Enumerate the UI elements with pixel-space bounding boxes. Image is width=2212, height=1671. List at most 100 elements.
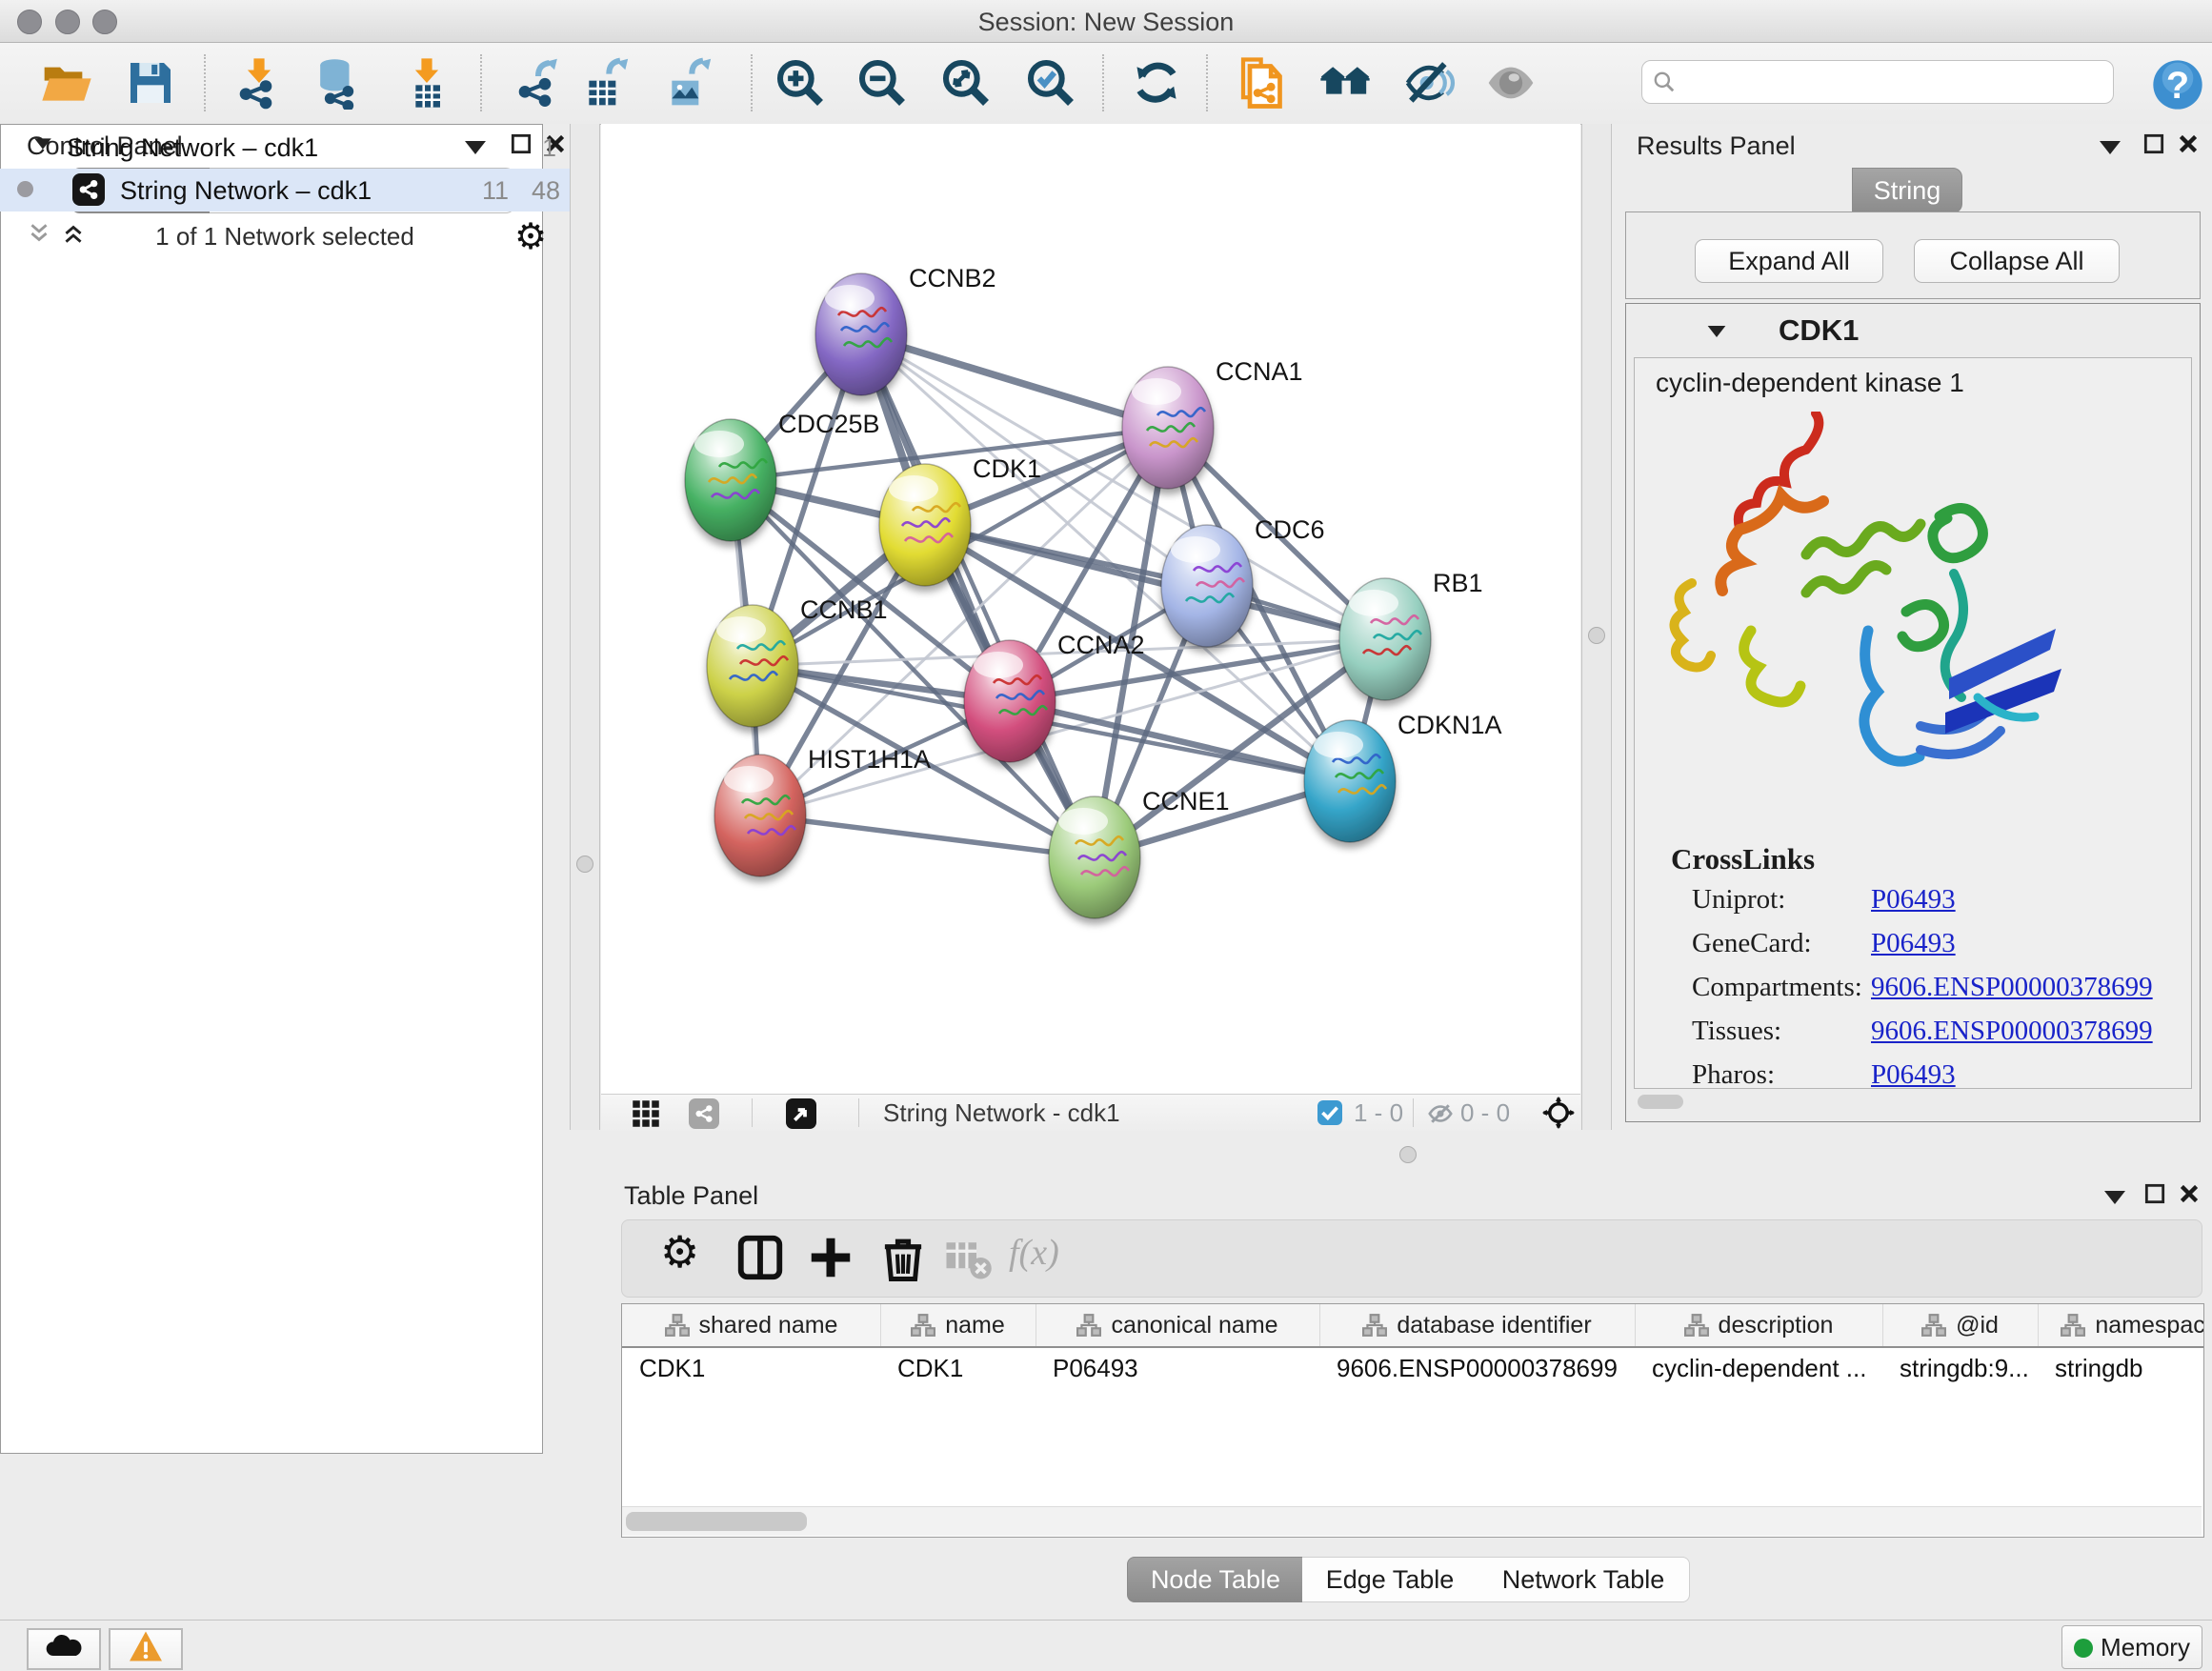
right-splitter[interactable] xyxy=(1581,124,1612,1130)
zoom-selected-icon[interactable] xyxy=(1024,56,1077,110)
crosslink-value-link[interactable]: 9606.ENSP00000378699 xyxy=(1871,1016,2153,1047)
table-cell[interactable]: stringdb:9... xyxy=(1900,1354,2029,1383)
right-splitter-handle[interactable] xyxy=(1588,627,1605,644)
node-label-RB1: RB1 xyxy=(1433,569,1483,597)
zoom-in-icon[interactable] xyxy=(774,56,827,110)
crosslink-value-link[interactable]: P06493 xyxy=(1871,1059,1956,1089)
fit-selected-crosshair-icon[interactable] xyxy=(1542,1097,1575,1134)
network-node-HIST1H1A[interactable]: HIST1H1A xyxy=(714,745,931,876)
table-splitter-handle[interactable] xyxy=(1399,1146,1417,1163)
help-icon[interactable]: ? xyxy=(2151,58,2204,111)
entry-detail-panel: cyclin-dependent kinase 1 xyxy=(1634,357,2192,1089)
toolbar-separator xyxy=(480,54,482,111)
column-header-database-identifier[interactable]: database identifier xyxy=(1319,1304,1636,1346)
table-cell[interactable]: CDK1 xyxy=(639,1354,705,1383)
network-collection-row[interactable]: String Network – cdk1 1 xyxy=(0,126,570,169)
collection-collapse-icon[interactable] xyxy=(34,138,51,149)
column-header-description[interactable]: description xyxy=(1635,1304,1883,1346)
selected-checkbox-icon[interactable] xyxy=(1317,1100,1342,1125)
table-panel-menu-icon[interactable] xyxy=(2104,1191,2125,1204)
table-splitter[interactable] xyxy=(601,1131,2212,1174)
network-node-CDK1[interactable]: CDK1 xyxy=(879,454,1041,586)
table-cell[interactable]: CDK1 xyxy=(897,1354,963,1383)
show-panel-eye-icon[interactable] xyxy=(1484,56,1538,110)
column-header--id[interactable]: @id xyxy=(1882,1304,2039,1346)
column-header-shared-name[interactable]: shared name xyxy=(622,1304,881,1346)
crosslink-value-link[interactable]: 9606.ENSP00000378699 xyxy=(1871,972,2153,1003)
export-table-icon[interactable] xyxy=(580,56,633,110)
network-node-CDKN1A[interactable]: CDKN1A xyxy=(1304,711,1502,842)
network-options-gear-icon[interactable]: ⚙ xyxy=(514,215,547,258)
save-session-icon[interactable] xyxy=(124,56,177,110)
results-panel-float-icon[interactable] xyxy=(2142,131,2166,161)
export-network-icon[interactable] xyxy=(512,56,565,110)
table-hscrollbar[interactable] xyxy=(622,1506,2202,1536)
search-input[interactable] xyxy=(1684,63,2098,99)
entry-gene-name: CDK1 xyxy=(1779,313,1859,348)
tab-node-table[interactable]: Node Table xyxy=(1127,1557,1304,1602)
cloud-button[interactable] xyxy=(27,1628,101,1670)
network-row-selected[interactable]: String Network – cdk1 11 48 xyxy=(0,169,570,211)
network-canvas[interactable]: CCNB2CCNA1CDC25BCDK1CDC6RB1CCNB1CCNA2CDK… xyxy=(601,124,1580,1094)
warning-button[interactable] xyxy=(109,1628,183,1670)
show-columns-icon[interactable] xyxy=(734,1232,786,1283)
zoom-fit-icon[interactable] xyxy=(939,56,993,110)
entry-hscrollbar[interactable] xyxy=(1636,1093,2192,1112)
import-network-file-icon[interactable] xyxy=(232,56,286,110)
zoom-out-icon[interactable] xyxy=(855,56,909,110)
entry-hscrollbar-thumb[interactable] xyxy=(1638,1095,1683,1109)
network-node-CDC6[interactable]: CDC6 xyxy=(1161,515,1325,647)
hidden-node-edge-counts: 0 - 0 xyxy=(1460,1098,1510,1128)
share-session-file-icon[interactable] xyxy=(1237,56,1290,110)
network-node-CCNA2[interactable]: CCNA2 xyxy=(964,631,1145,762)
open-in-window-icon[interactable] xyxy=(786,1098,816,1129)
network-node-RB1[interactable]: RB1 xyxy=(1339,569,1483,700)
import-table-icon[interactable] xyxy=(400,56,453,110)
table-cell[interactable]: cyclin-dependent ... xyxy=(1652,1354,1866,1383)
main-toolbar: ? xyxy=(0,43,2212,125)
toolbar-separator xyxy=(751,54,753,111)
left-splitter[interactable] xyxy=(570,124,600,1130)
export-image-icon[interactable] xyxy=(663,56,716,110)
tab-network-table[interactable]: Network Table xyxy=(1478,1557,1690,1602)
results-panel-menu-icon[interactable] xyxy=(2100,141,2121,154)
table-panel-float-icon[interactable] xyxy=(2142,1181,2167,1211)
tab-edge-table[interactable]: Edge Table xyxy=(1302,1557,1478,1602)
results-buttons-box: Expand All Collapse All xyxy=(1625,211,2201,299)
results-tab-string[interactable]: String xyxy=(1852,168,1962,213)
open-session-icon[interactable] xyxy=(40,56,93,110)
table-cell[interactable]: 9606.ENSP00000378699 xyxy=(1337,1354,1618,1383)
table-hscrollbar-thumb[interactable] xyxy=(626,1512,807,1531)
control-panel: Control Panel Network Style Select Sets … xyxy=(0,124,570,1620)
column-header-canonical-name[interactable]: canonical name xyxy=(1036,1304,1320,1346)
crosslink-label: Uniprot: xyxy=(1692,884,1785,916)
entry-collapse-icon[interactable] xyxy=(1708,326,1726,337)
hidden-eye-slash-icon xyxy=(1426,1099,1455,1133)
memory-button[interactable]: Memory xyxy=(2061,1625,2202,1669)
results-panel-close-icon[interactable] xyxy=(2176,131,2201,161)
network-view-title: String Network - cdk1 xyxy=(883,1098,1120,1128)
table-cell[interactable]: P06493 xyxy=(1053,1354,1138,1383)
import-network-from-database-icon[interactable] xyxy=(312,56,366,110)
column-header-namespace[interactable]: namespace xyxy=(2038,1304,2204,1346)
column-header-name[interactable]: name xyxy=(880,1304,1036,1346)
expand-all-button[interactable]: Expand All xyxy=(1695,239,1883,283)
add-column-icon[interactable] xyxy=(805,1232,856,1283)
crosslink-value-link[interactable]: P06493 xyxy=(1871,928,1956,959)
string-network-badge-icon[interactable] xyxy=(689,1098,719,1129)
refresh-icon[interactable] xyxy=(1130,56,1183,110)
home-networks-icon[interactable] xyxy=(1318,56,1372,110)
table-settings-gear-icon[interactable]: ⚙ xyxy=(660,1226,712,1278)
table-panel-close-icon[interactable] xyxy=(2177,1181,2202,1211)
network-node-CCNE1[interactable]: CCNE1 xyxy=(1049,787,1230,918)
hide-panel-eye-slash-icon[interactable] xyxy=(1402,56,1456,110)
network-row-label: String Network – cdk1 xyxy=(120,176,372,206)
left-splitter-handle[interactable] xyxy=(576,856,593,873)
crosslink-value-link[interactable]: P06493 xyxy=(1871,884,1956,916)
grid-view-icon[interactable] xyxy=(632,1099,660,1133)
delete-column-icon[interactable] xyxy=(877,1232,929,1283)
table-cell[interactable]: stringdb xyxy=(2055,1354,2143,1383)
table-panel-title: Table Panel xyxy=(624,1181,758,1211)
table-panel: Table Panel ⚙ f(x) shared namenamecanoni… xyxy=(601,1174,2212,1620)
collapse-all-button[interactable]: Collapse All xyxy=(1914,239,2120,283)
